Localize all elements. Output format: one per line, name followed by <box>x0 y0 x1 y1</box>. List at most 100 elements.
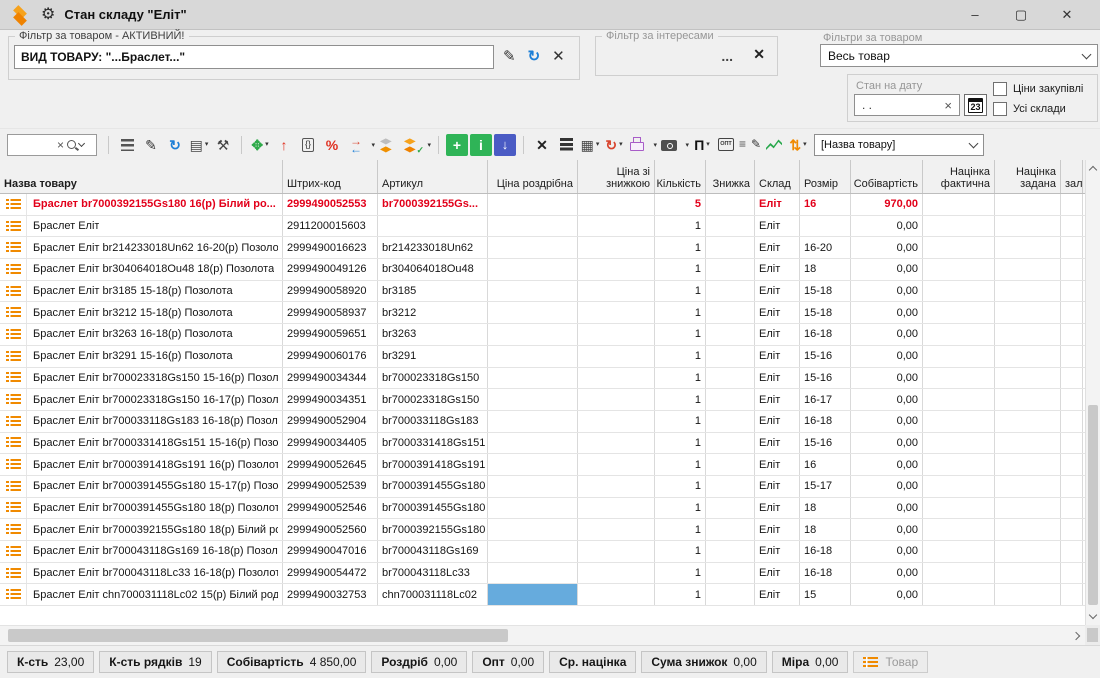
table-row[interactable]: Браслет br7000392155Gs180 16(р) Білий ро… <box>0 194 1085 216</box>
cell-qty: 1 <box>655 281 706 302</box>
export-button[interactable] <box>494 134 516 156</box>
table-row[interactable]: Браслет Еліт br700033118Gs183 16-18(р) П… <box>0 411 1085 433</box>
minimize-button[interactable]: – <box>952 7 998 22</box>
snapshot-button[interactable]: ▾ <box>659 134 681 156</box>
filter-button[interactable] <box>116 134 138 156</box>
table-row[interactable]: Браслет Еліт br214233018Un62 16-20(р) По… <box>0 237 1085 259</box>
edit-filter-icon[interactable]: ✎ <box>503 49 516 64</box>
paste-button[interactable]: ▾ <box>188 134 210 156</box>
chart-button[interactable] <box>763 134 785 156</box>
interests-clear-button[interactable]: ✕ <box>753 46 765 63</box>
rows-button[interactable] <box>555 134 577 156</box>
table-row[interactable]: Браслет Еліт br7000331418Gs151 15-16(р) … <box>0 433 1085 455</box>
column-header-cost[interactable]: Собівартість <box>851 160 923 193</box>
app-window: ⚙ Стан складу "Еліт" – ▢ ✕ Фільтр за тов… <box>0 0 1100 678</box>
purchase-prices-checkbox[interactable] <box>993 82 1007 96</box>
all-warehouses-checkbox[interactable] <box>993 102 1007 116</box>
column-header-price_disc[interactable]: Ціна зі знижкою <box>578 160 655 193</box>
column-header-disc[interactable]: Знижка <box>706 160 755 193</box>
info-button[interactable] <box>470 134 492 156</box>
table-row[interactable]: Браслет Еліт br700043118Lc33 16-18(р) По… <box>0 563 1085 585</box>
table-view-button[interactable]: ▾ <box>579 134 601 156</box>
edit-button[interactable] <box>140 134 162 156</box>
refresh-filter-icon[interactable]: ↻ <box>528 49 541 64</box>
table-row[interactable]: Браслет Еліт br3185 15-18(р) Позолота299… <box>0 281 1085 303</box>
percent-button[interactable] <box>321 134 343 156</box>
table-row[interactable]: Браслет Еліт br7000391455Gs180 15-17(р) … <box>0 476 1085 498</box>
delete-button[interactable] <box>531 134 553 156</box>
table-row[interactable]: Браслет Еліт br7000391418Gs191 16(р) Поз… <box>0 454 1085 476</box>
refresh-button[interactable] <box>164 134 186 156</box>
table-row[interactable]: Браслет Еліт br7000392155Gs180 18(р) Біл… <box>0 519 1085 541</box>
table-row[interactable]: Браслет Еліт br700023318Gs150 15-16(р) П… <box>0 368 1085 390</box>
column-header-m_fact[interactable]: Націнка фактична <box>923 160 995 193</box>
close-button[interactable]: ✕ <box>1044 7 1090 23</box>
promote-button[interactable] <box>273 134 295 156</box>
table-row[interactable]: Браслет Еліт br3263 16-18(р) Позолота299… <box>0 324 1085 346</box>
print-button[interactable]: ▾ <box>627 134 649 156</box>
scroll-up-icon[interactable] <box>1089 166 1097 174</box>
cell-barcode: 2999490032753 <box>283 584 378 605</box>
vertical-scrollbar[interactable] <box>1085 160 1100 625</box>
gear-menu-icon[interactable]: ⚙ <box>41 7 55 23</box>
column-header-size[interactable]: Розмір <box>800 160 851 193</box>
product-filter-input[interactable] <box>14 45 494 69</box>
transfer-button[interactable]: ▾ <box>345 134 375 156</box>
add-button[interactable] <box>446 134 468 156</box>
column-header-articul[interactable]: Артикул <box>378 160 488 193</box>
column-header-qty[interactable]: Кількість <box>655 160 706 193</box>
column-header-price_retail[interactable]: Ціна роздрібна <box>488 160 578 193</box>
tovar-toggle-button[interactable]: Товар <box>853 651 928 673</box>
column-header-wh[interactable]: Склад <box>755 160 800 193</box>
status-panel: Міра0,00 <box>772 651 849 673</box>
clear-filter-icon[interactable]: ✕ <box>552 49 565 64</box>
horizontal-scroll-thumb[interactable] <box>8 629 508 642</box>
clear-search-icon[interactable]: × <box>57 139 64 151</box>
table-row[interactable]: Браслет Еліт br3291 15-16(р) Позолота299… <box>0 346 1085 368</box>
cell-rest <box>1061 194 1083 215</box>
horizontal-scrollbar[interactable] <box>0 625 1085 645</box>
refresh-alt-button[interactable]: ▾ <box>603 134 625 156</box>
search-icon[interactable] <box>67 140 76 149</box>
clear-date-icon[interactable]: × <box>944 98 952 113</box>
table-row[interactable]: Браслет Еліт chn700031118Lc02 15(р) Біли… <box>0 584 1085 606</box>
row-list-icon <box>0 237 27 258</box>
layers-button[interactable] <box>377 134 399 156</box>
table-row[interactable]: Браслет Еліт29112000156031Еліт0,00 <box>0 216 1085 238</box>
scroll-right-icon[interactable] <box>1072 632 1080 640</box>
cell-disc <box>706 389 755 410</box>
scroll-down-icon[interactable] <box>1089 611 1097 619</box>
table-row[interactable]: Браслет Еліт br700023318Gs150 16-17(р) П… <box>0 389 1085 411</box>
filters-by-product-select[interactable]: Весь товар <box>820 44 1098 67</box>
maximize-button[interactable]: ▢ <box>998 7 1044 23</box>
column-header-name[interactable]: Назва товару <box>0 160 283 193</box>
opt-document-button[interactable]: ОПТ <box>715 134 737 156</box>
move-button[interactable]: ▾ <box>249 134 271 156</box>
table-row[interactable]: Браслет Еліт br700043118Gs169 16-18(р) П… <box>0 541 1085 563</box>
cell-barcode: 2999490052904 <box>283 411 378 432</box>
sort-button[interactable]: ▾ <box>787 134 809 156</box>
template-button[interactable] <box>297 134 319 156</box>
interests-more-button[interactable]: ... <box>721 48 733 64</box>
search-input[interactable] <box>12 138 54 152</box>
table-row[interactable]: Браслет Еліт br7000391455Gs180 18(р) Поз… <box>0 498 1085 520</box>
calendar-button[interactable]: 23 <box>964 94 987 116</box>
cell-name: Браслет Еліт br304064018Ou48 18(р) Позол… <box>0 259 283 280</box>
search-options-chevron-icon[interactable] <box>78 140 85 147</box>
column-header-rest[interactable]: зал <box>1061 160 1083 193</box>
column-header-barcode[interactable]: Штрих-код <box>283 160 378 193</box>
vertical-scroll-thumb[interactable] <box>1088 405 1098 605</box>
cell-barcode: 2999490058920 <box>283 281 378 302</box>
toolbar-separator <box>241 136 242 154</box>
column-header-m_set[interactable]: Націнка задана <box>995 160 1061 193</box>
state-date-input[interactable]: . . × <box>854 94 960 116</box>
cell-m_set <box>995 563 1061 584</box>
layers-apply-button[interactable]: ✓▾ <box>401 134 423 156</box>
group-by-select[interactable]: [Назва товару] <box>814 134 984 156</box>
cell-price_retail <box>488 411 578 432</box>
table-row[interactable]: Браслет Еліт br304064018Ou48 18(р) Позол… <box>0 259 1085 281</box>
edit-list-button[interactable] <box>739 134 761 156</box>
pi-button[interactable]: ▾ <box>691 134 713 156</box>
table-row[interactable]: Браслет Еліт br3212 15-18(р) Позолота299… <box>0 302 1085 324</box>
tools-button[interactable] <box>212 134 234 156</box>
